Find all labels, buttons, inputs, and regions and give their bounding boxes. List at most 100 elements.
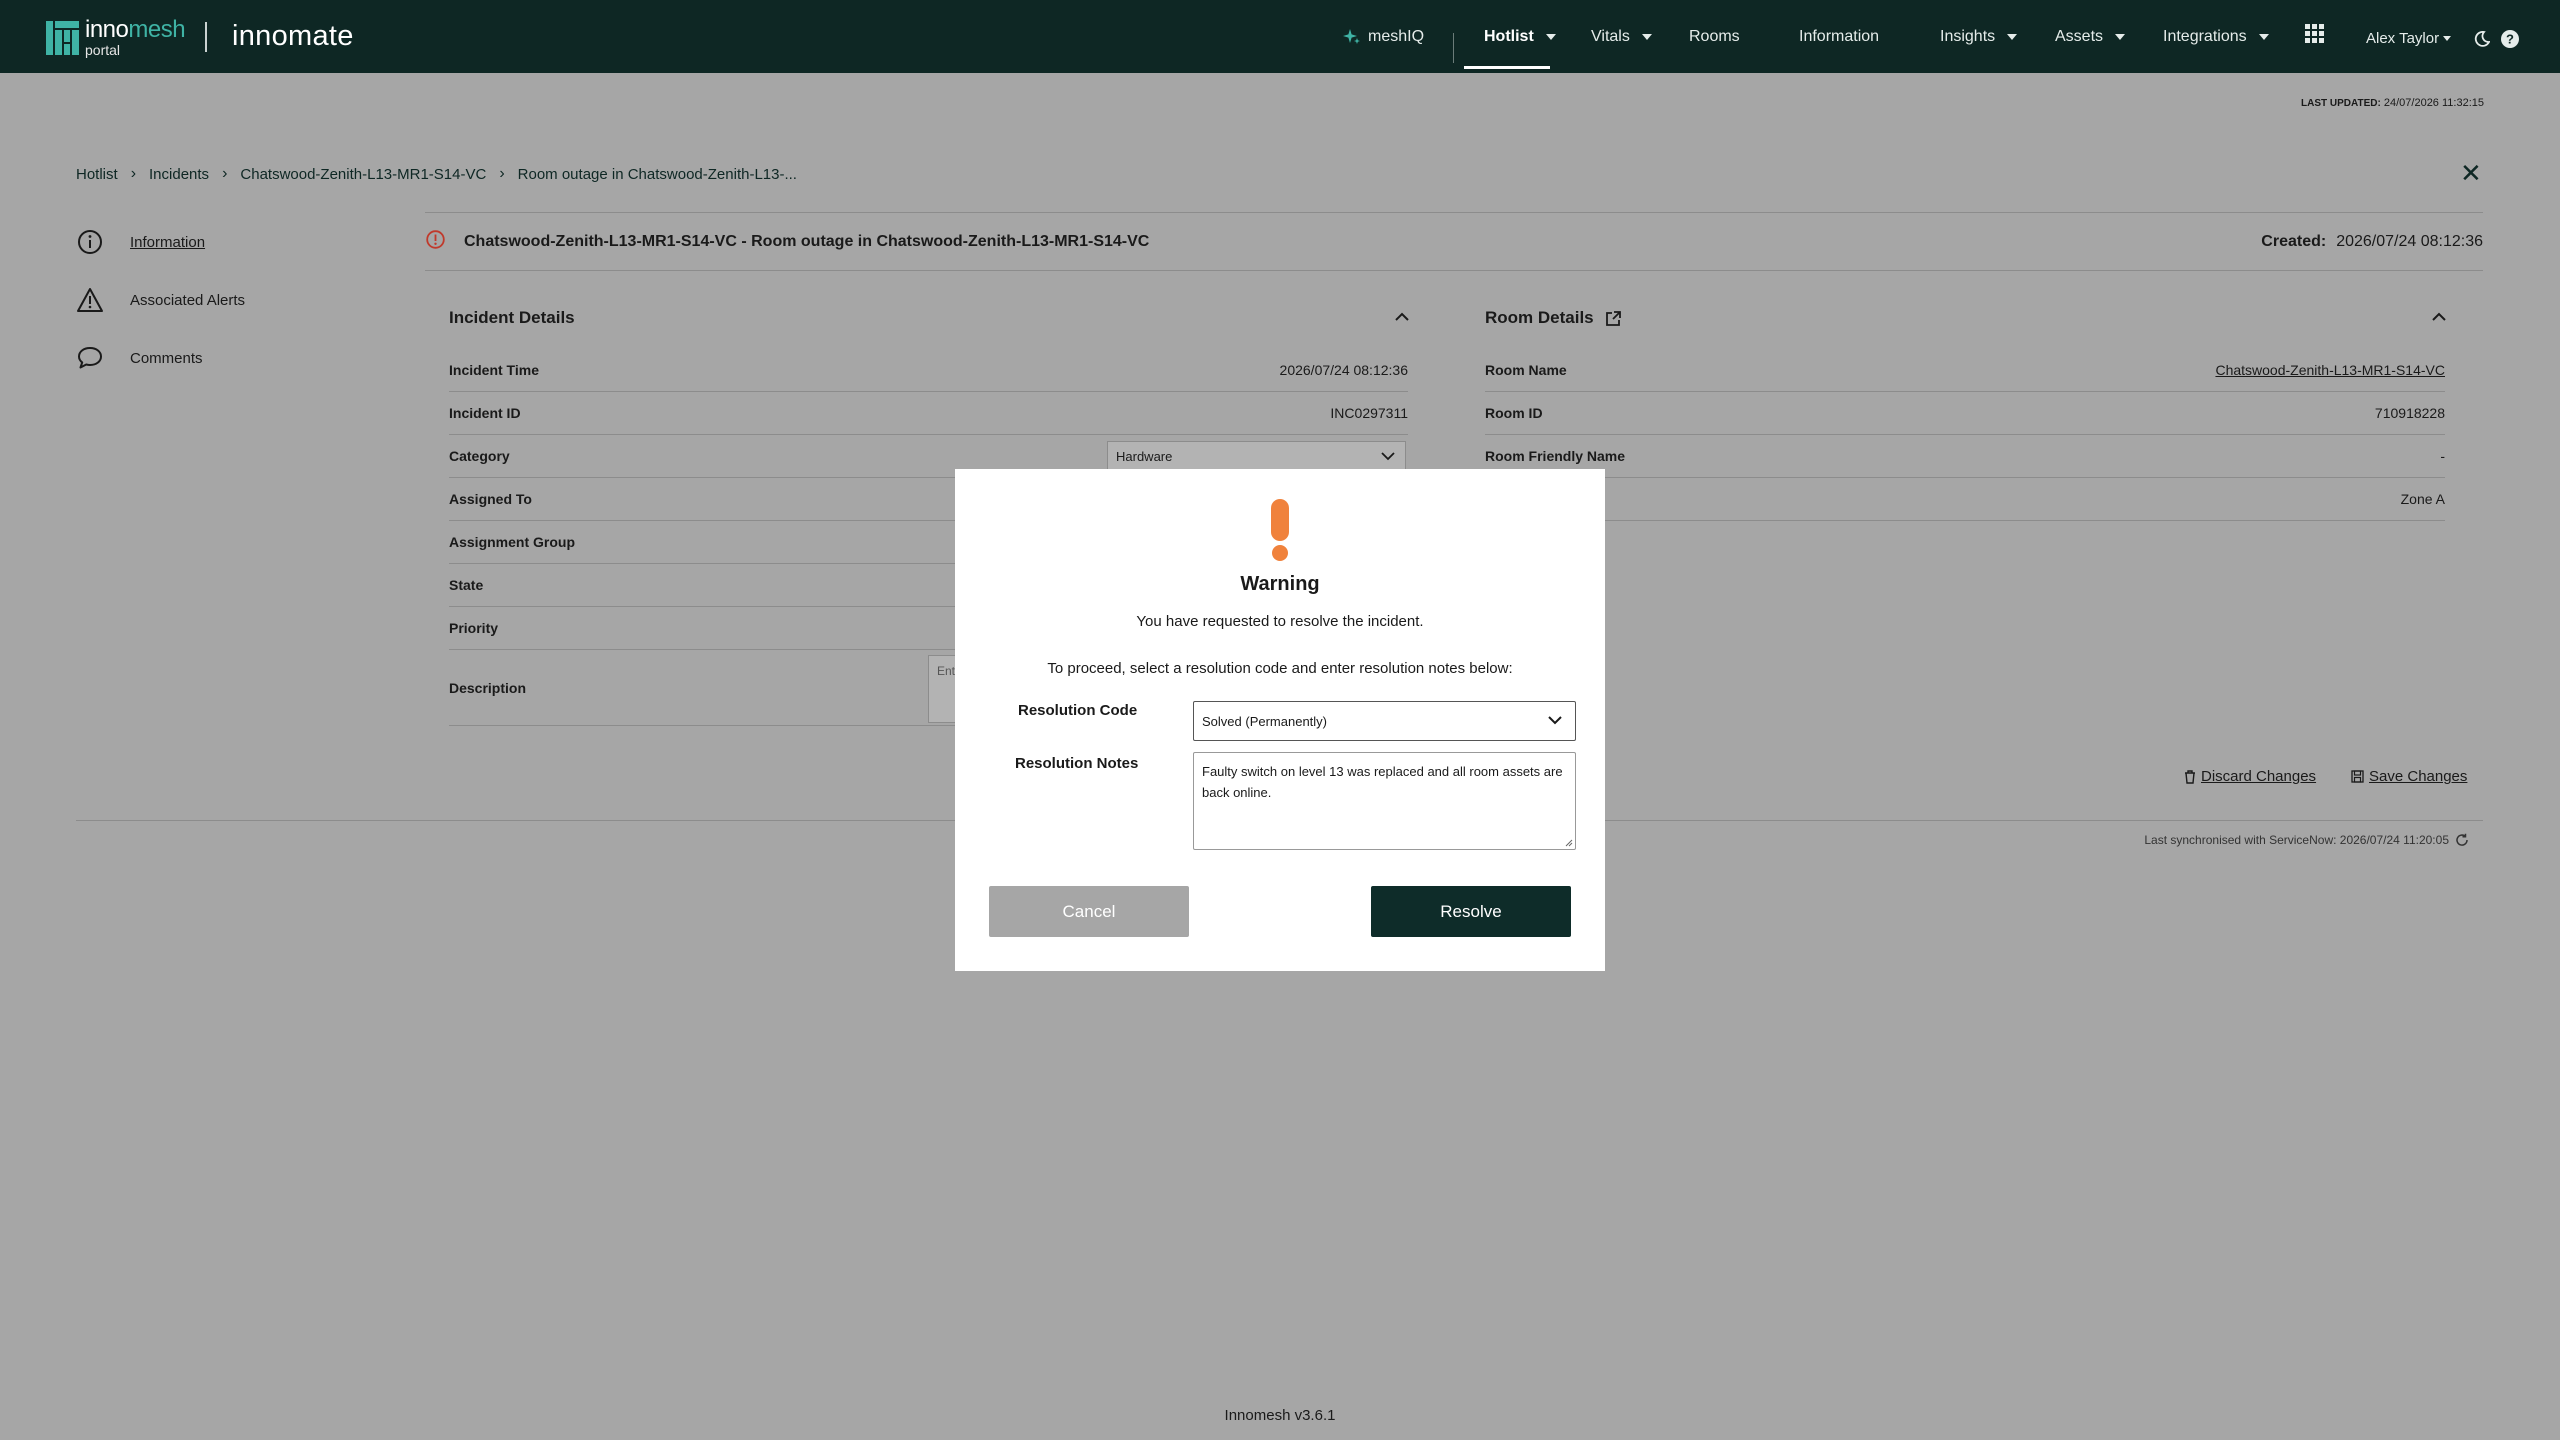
svg-text:?: ? bbox=[2506, 31, 2514, 46]
resolution-code-value: Solved (Permanently) bbox=[1202, 713, 1327, 729]
cancel-button[interactable]: Cancel bbox=[989, 886, 1189, 937]
modal-message: You have requested to resolve the incide… bbox=[1136, 613, 1424, 630]
breadcrumb-hotlist[interactable]: Hotlist bbox=[76, 166, 118, 183]
nav-hotlist-label: Hotlist bbox=[1484, 27, 1534, 45]
row-key: Assigned To bbox=[449, 491, 532, 507]
chevron-right-icon: › bbox=[130, 165, 137, 182]
resolution-code-select[interactable]: Solved (Permanently) bbox=[1193, 701, 1576, 741]
user-menu[interactable]: Alex Taylor bbox=[2366, 2, 2452, 75]
innomesh-logo-icon bbox=[46, 20, 79, 55]
room-details-title: Room Details bbox=[1485, 308, 1594, 327]
row-key: Incident ID bbox=[449, 405, 521, 421]
top-navbar: innomesh portal innomate meshIQ Hotlist … bbox=[0, 0, 2560, 73]
category-select[interactable]: Hardware bbox=[1107, 441, 1406, 471]
nav-vitals[interactable]: Vitals bbox=[1591, 0, 1652, 73]
nav-meshiq[interactable]: meshIQ bbox=[1343, 0, 1424, 73]
nav-integrations-label: Integrations bbox=[2163, 27, 2247, 45]
exclamation-icon bbox=[1271, 499, 1289, 561]
row-value: 710918228 bbox=[2374, 405, 2445, 421]
discard-changes-button[interactable]: Discard Changes bbox=[2184, 768, 2316, 785]
resize-handle-icon[interactable] bbox=[1564, 838, 1573, 847]
row-key: Incident Time bbox=[449, 362, 539, 378]
save-changes-label: Save Changes bbox=[2369, 768, 2468, 785]
row-key: State bbox=[449, 577, 484, 593]
modal-instructions: To proceed, select a resolution code and… bbox=[1047, 660, 1513, 677]
nav-integrations[interactable]: Integrations bbox=[2163, 0, 2269, 73]
error-circle-icon bbox=[426, 230, 445, 254]
row-key: Room ID bbox=[1485, 405, 1543, 421]
refresh-icon[interactable] bbox=[2455, 833, 2469, 847]
nav-rooms[interactable]: Rooms bbox=[1689, 0, 1740, 73]
chevron-up-icon[interactable] bbox=[2432, 312, 2446, 321]
incident-details-header: Incident Details bbox=[449, 308, 575, 327]
nav-assets[interactable]: Assets bbox=[2055, 0, 2126, 73]
nav-separator bbox=[1453, 33, 1454, 63]
resolve-warning-modal: Warning You have requested to resolve th… bbox=[955, 469, 1605, 971]
side-item-associated-alerts[interactable]: Associated Alerts bbox=[76, 286, 245, 314]
breadcrumb-incidents[interactable]: Incidents bbox=[149, 166, 209, 183]
caret-down-icon bbox=[2258, 33, 2269, 40]
incident-title: Chatswood-Zenith-L13-MR1-S14-VC - Room o… bbox=[464, 232, 1150, 250]
created-value: 2026/07/24 08:12:36 bbox=[2336, 232, 2483, 250]
caret-down-icon bbox=[2007, 33, 2018, 40]
sync-status-text: Last synchronised with ServiceNow: 2026/… bbox=[2144, 833, 2449, 847]
breadcrumb-room[interactable]: Chatswood-Zenith-L13-MR1-S14-VC bbox=[240, 166, 486, 183]
brand-name-part1: inno bbox=[85, 16, 129, 43]
row-key: Priority bbox=[449, 620, 499, 636]
close-icon[interactable]: ✕ bbox=[2460, 160, 2482, 186]
chevron-down-icon bbox=[1548, 716, 1562, 725]
nav-rooms-label: Rooms bbox=[1689, 27, 1740, 45]
room-row-friendly-name: Room Friendly Name - bbox=[1485, 435, 2445, 478]
nav-hotlist[interactable]: Hotlist bbox=[1484, 0, 1556, 73]
brand-sub: portal bbox=[85, 42, 121, 58]
side-item-comments[interactable]: Comments bbox=[76, 344, 203, 372]
room-details-header: Room Details bbox=[1485, 308, 1622, 328]
side-item-label: Information bbox=[130, 233, 206, 251]
room-row-zone: Zone A bbox=[1485, 478, 2445, 521]
apps-grid-button[interactable] bbox=[2305, 0, 2324, 70]
incident-created: Created: 2026/07/24 08:12:36 bbox=[2261, 233, 2483, 251]
resolution-notes-textarea[interactable]: Faulty switch on level 13 was replaced a… bbox=[1193, 752, 1576, 850]
resolve-button[interactable]: Resolve bbox=[1371, 886, 1571, 937]
created-label: Created: bbox=[2261, 232, 2327, 250]
breadcrumb-current: Room outage in Chatswood-Zenith-L13-... bbox=[517, 165, 797, 183]
side-item-label: Associated Alerts bbox=[130, 291, 246, 309]
save-changes-button[interactable]: Save Changes bbox=[2351, 768, 2467, 785]
chevron-up-icon[interactable] bbox=[1395, 312, 1409, 321]
chevron-right-icon: › bbox=[499, 165, 505, 182]
info-icon bbox=[76, 228, 104, 256]
theme-toggle-button[interactable] bbox=[2474, 2, 2490, 75]
row-value: INC0297311 bbox=[1330, 405, 1408, 421]
caret-down-icon bbox=[1545, 33, 1556, 40]
help-icon: ? bbox=[2501, 29, 2519, 48]
product-name[interactable]: innomate bbox=[232, 20, 354, 53]
sparkle-icon bbox=[1343, 28, 1360, 44]
nav-assets-label: Assets bbox=[2055, 27, 2104, 45]
nav-active-indicator bbox=[1464, 66, 1550, 69]
incident-row-time: Incident Time 2026/07/24 08:12:36 bbox=[449, 349, 1408, 392]
caret-down-icon bbox=[1641, 33, 1652, 40]
footer-version: Innomesh v3.6.1 bbox=[1224, 1407, 1336, 1424]
user-name: Alex Taylor bbox=[2366, 30, 2440, 47]
brand-logo[interactable]: innomesh portal bbox=[46, 16, 186, 58]
row-value: - bbox=[2440, 448, 2445, 464]
nav-information[interactable]: Information bbox=[1799, 0, 1879, 73]
room-row-id: Room ID 710918228 bbox=[1485, 392, 2445, 435]
room-name-link[interactable]: Chatswood-Zenith-L13-MR1-S14-VC bbox=[2215, 362, 2445, 378]
row-value: 2026/07/24 08:12:36 bbox=[1279, 362, 1408, 378]
chevron-down-icon bbox=[1381, 452, 1395, 461]
last-updated-value: 24/07/2026 11:32:15 bbox=[2383, 97, 2484, 109]
alert-triangle-icon bbox=[76, 286, 104, 314]
last-updated-label: LAST UPDATED: bbox=[2301, 98, 2381, 109]
incident-row-id: Incident ID INC0297311 bbox=[449, 392, 1408, 435]
help-button[interactable]: ? bbox=[2501, 2, 2519, 75]
row-key: Description bbox=[449, 679, 527, 696]
nav-vitals-label: Vitals bbox=[1591, 27, 1630, 45]
row-value: Zone A bbox=[2400, 491, 2445, 507]
external-link-icon[interactable] bbox=[1605, 310, 1622, 327]
nav-information-label: Information bbox=[1799, 27, 1880, 45]
nav-insights[interactable]: Insights bbox=[1940, 0, 2018, 73]
side-item-information[interactable]: Information bbox=[76, 228, 205, 256]
row-key: Room Name bbox=[1485, 362, 1567, 378]
nav-insights-label: Insights bbox=[1940, 27, 1996, 45]
